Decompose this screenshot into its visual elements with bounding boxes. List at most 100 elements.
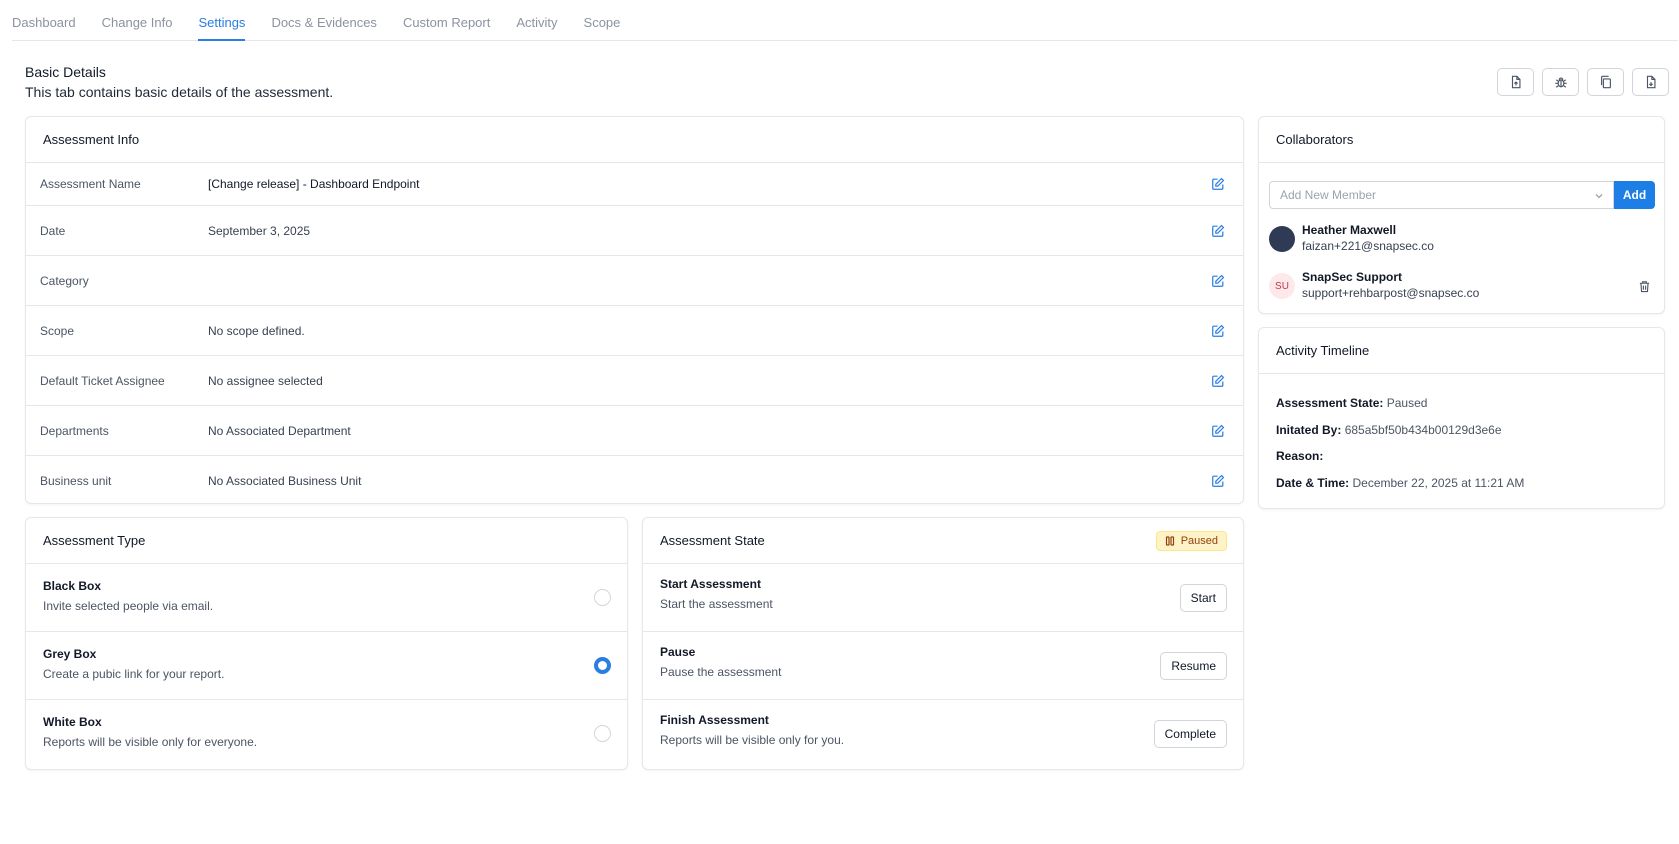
add-member-placeholder: Add New Member <box>1280 188 1377 202</box>
state-row-finish: Finish Assessment Reports will be visibl… <box>643 700 1243 768</box>
info-label: Business unit <box>40 474 112 488</box>
edit-icon[interactable] <box>1211 177 1225 191</box>
info-row-assessment-name: Assessment Name [Change release] - Dashb… <box>26 163 1243 206</box>
member-email: faizan+221@snapsec.co <box>1302 239 1434 253</box>
tab-settings[interactable]: Settings <box>198 0 246 41</box>
info-value: No Associated Business Unit <box>208 474 362 488</box>
trash-icon[interactable] <box>1638 280 1651 293</box>
info-row-departments: Departments No Associated Department <box>26 406 1243 456</box>
edit-icon[interactable] <box>1211 374 1225 388</box>
edit-icon[interactable] <box>1211 224 1225 238</box>
tab-activity[interactable]: Activity <box>516 0 557 41</box>
option-black-box: Black Box Invite selected people via ema… <box>26 564 627 632</box>
option-description: Invite selected people via email. <box>43 599 214 613</box>
assessment-state-title: Assessment State <box>660 533 765 548</box>
assessment-state-header: Assessment State Paused <box>643 518 1243 564</box>
chevron-down-icon <box>1595 194 1603 199</box>
info-label: Assessment Name <box>40 177 141 191</box>
start-button[interactable]: Start <box>1179 584 1227 612</box>
complete-button[interactable]: Complete <box>1153 720 1227 748</box>
edit-icon[interactable] <box>1211 424 1225 438</box>
info-row-date: Date September 3, 2025 <box>26 206 1243 256</box>
member-email: support+rehbarpost@snapsec.co <box>1302 286 1480 300</box>
edit-icon[interactable] <box>1211 324 1225 338</box>
edit-icon[interactable] <box>1211 474 1225 488</box>
info-row-default-ticket-assignee: Default Ticket Assignee No assignee sele… <box>26 356 1243 406</box>
copy-button[interactable] <box>1587 68 1624 96</box>
info-label: Departments <box>40 423 109 438</box>
info-row-business-unit: Business unit No Associated Business Uni… <box>26 456 1243 503</box>
option-title: Black Box <box>43 579 102 593</box>
timeline-label: Date & Time: <box>1276 476 1350 490</box>
timeline-value: December 22, 2025 at 11:21 AM <box>1352 476 1525 490</box>
add-member-button[interactable]: Add <box>1614 181 1655 209</box>
assessment-info-title: Assessment Info <box>26 117 1243 163</box>
member-item: Heather Maxwell faizan+221@snapsec.co <box>1269 222 1649 256</box>
state-title: Pause <box>660 645 696 659</box>
bug-button[interactable] <box>1542 68 1579 96</box>
header-actions <box>1497 68 1669 96</box>
option-grey-box: Grey Box Create a pubic link for your re… <box>26 632 627 700</box>
option-title: White Box <box>43 715 102 729</box>
state-description: Reports will be visible only for you. <box>660 733 845 747</box>
pause-icon <box>1165 536 1174 546</box>
info-value: September 3, 2025 <box>208 223 311 238</box>
timeline-row-initiated-by: Initated By: 685a5bf50b434b00129d3e6e <box>1276 423 1502 437</box>
grey-box-radio[interactable] <box>594 657 611 674</box>
white-box-radio[interactable] <box>594 725 611 742</box>
tab-dashboard[interactable]: Dashboard <box>12 0 76 41</box>
state-row-pause: Pause Pause the assessment Resume <box>643 632 1243 700</box>
download-file-icon <box>1646 75 1656 89</box>
info-value: No Associated Department <box>208 423 351 438</box>
add-member-select[interactable]: Add New Member <box>1269 181 1614 209</box>
tab-docs-evidences[interactable]: Docs & Evidences <box>271 0 377 41</box>
member-item: SU SnapSec Support support+rehbarpost@sn… <box>1269 269 1651 303</box>
info-label: Default Ticket Assignee <box>40 373 165 388</box>
collaborators-card: Collaborators Add New Member Add Heather… <box>1258 116 1665 314</box>
info-label: Scope <box>40 323 75 338</box>
info-value: [Change release] - Dashboard Endpoint <box>208 177 420 191</box>
export-button[interactable] <box>1497 68 1534 96</box>
info-label: Category <box>40 273 89 288</box>
bug-icon <box>1554 77 1567 88</box>
page-title: Basic Details <box>25 64 106 80</box>
edit-icon[interactable] <box>1211 274 1225 288</box>
tab-custom-report[interactable]: Custom Report <box>403 0 490 41</box>
black-box-radio[interactable] <box>594 589 611 606</box>
option-description: Reports will be visible only for everyon… <box>43 735 258 749</box>
timeline-value: 685a5bf50b434b00129d3e6e <box>1344 423 1502 437</box>
state-description: Start the assessment <box>660 597 773 611</box>
info-label: Date <box>40 223 66 238</box>
timeline-value: Paused <box>1386 396 1428 410</box>
timeline-label: Reason: <box>1276 449 1324 463</box>
info-value: No scope defined. <box>208 323 305 338</box>
tab-scope[interactable]: Scope <box>584 0 621 41</box>
avatar: SU <box>1269 273 1295 299</box>
info-row-scope: Scope No scope defined. <box>26 306 1243 356</box>
collaborators-title: Collaborators <box>1259 117 1664 163</box>
member-name: Heather Maxwell <box>1302 223 1397 237</box>
export-file-icon <box>1511 75 1521 89</box>
timeline-label: Initated By: <box>1276 423 1342 437</box>
tab-change-info[interactable]: Change Info <box>102 0 173 41</box>
activity-timeline-title: Activity Timeline <box>1259 328 1664 374</box>
status-badge-label: Paused <box>1180 535 1218 547</box>
timeline-label: Assessment State: <box>1276 396 1384 410</box>
activity-timeline-card: Activity Timeline Assessment State: Paus… <box>1258 327 1665 509</box>
page-description: This tab contains basic details of the a… <box>25 84 334 100</box>
timeline-row-state: Assessment State: Paused <box>1276 396 1427 410</box>
option-white-box: White Box Reports will be visible only f… <box>26 700 627 768</box>
avatar <box>1269 226 1295 252</box>
member-name: SnapSec Support <box>1302 270 1403 284</box>
timeline-row-date-time: Date & Time: December 22, 2025 at 11:21 … <box>1276 476 1524 490</box>
timeline-row-reason: Reason: <box>1276 449 1323 463</box>
state-title: Finish Assessment <box>660 713 769 727</box>
info-row-category: Category <box>26 256 1243 306</box>
resume-button[interactable]: Resume <box>1160 652 1227 680</box>
status-badge: Paused <box>1155 531 1227 551</box>
download-button[interactable] <box>1632 68 1669 96</box>
state-row-start: Start Assessment Start the assessment St… <box>643 564 1243 632</box>
assessment-info-card: Assessment Info Assessment Name [Change … <box>25 116 1244 504</box>
option-description: Create a pubic link for your report. <box>43 667 225 681</box>
tab-bar: Dashboard Change Info Settings Docs & Ev… <box>12 0 1678 41</box>
